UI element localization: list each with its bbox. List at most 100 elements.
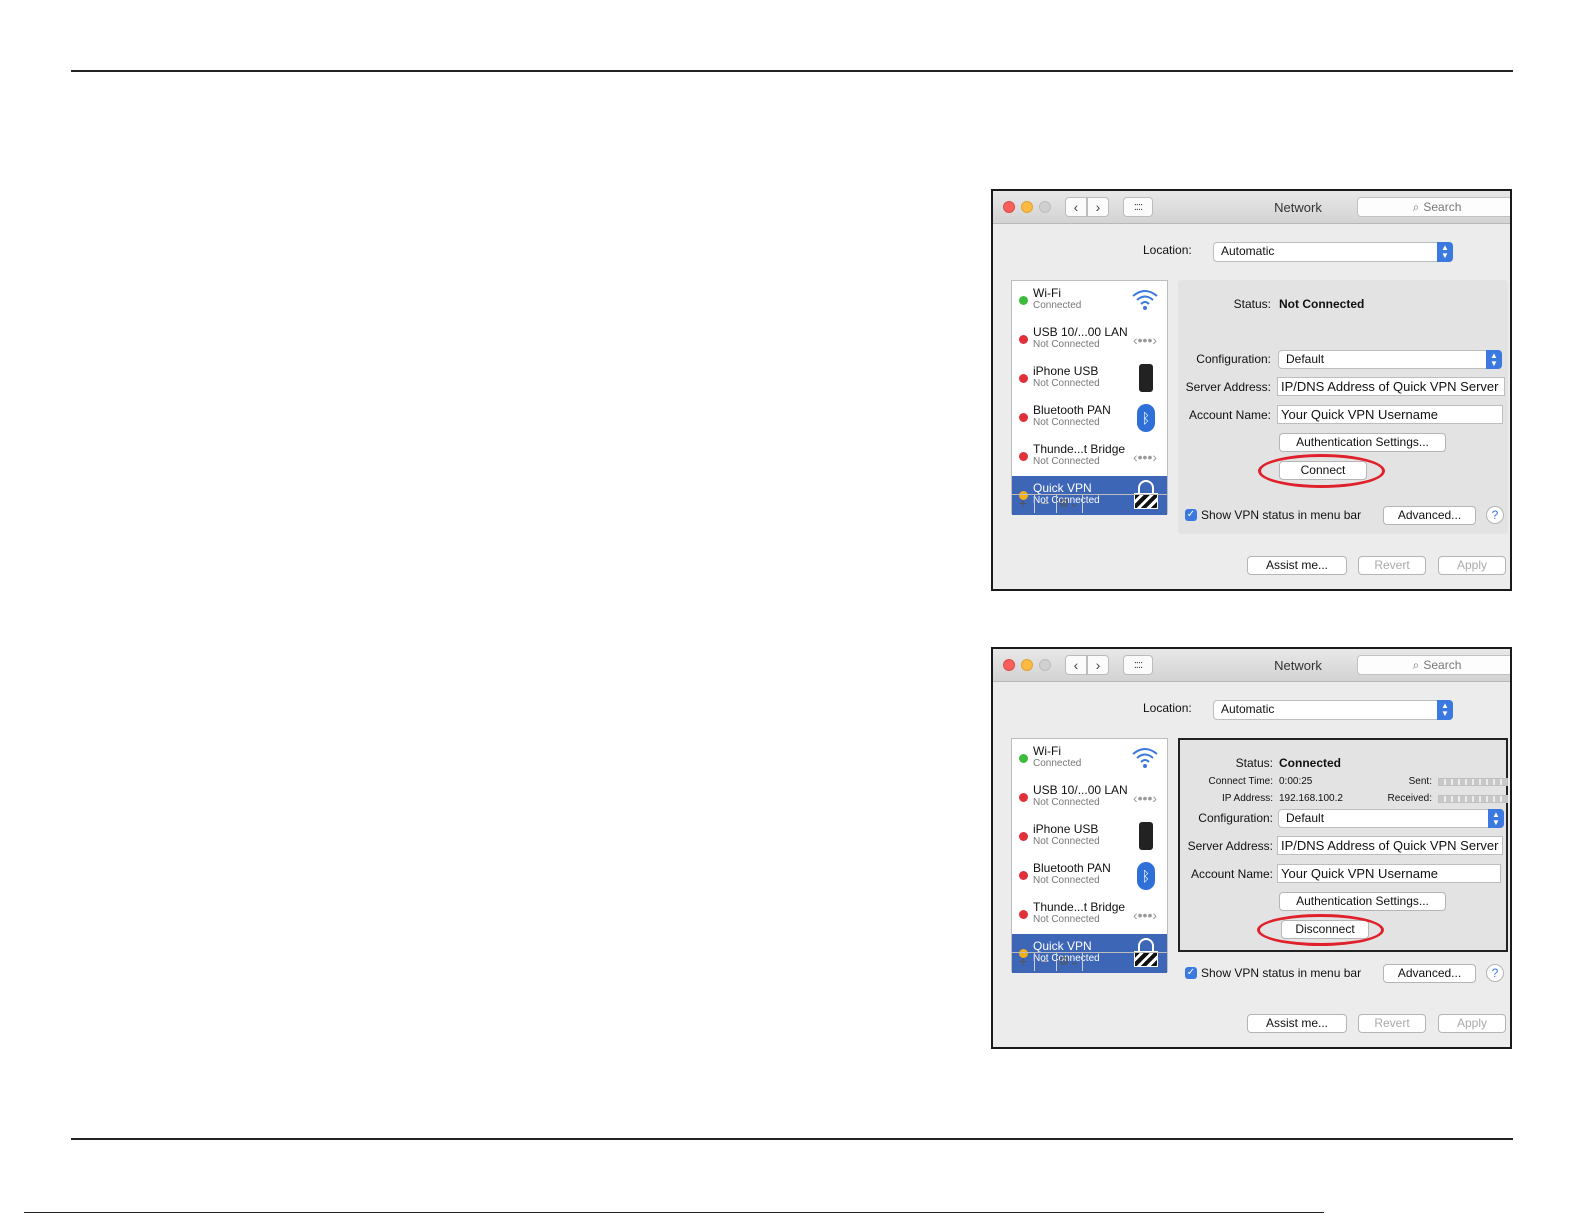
- iphone-icon: [1139, 822, 1153, 850]
- server-address-label: Server Address:: [1187, 839, 1273, 853]
- service-name: USB 10/...00 LAN: [1033, 325, 1128, 339]
- service-status: Connected: [1033, 758, 1082, 769]
- footer-rule-bottom: [24, 1212, 1324, 1213]
- configuration-select[interactable]: Default ▲ ▼: [1278, 809, 1504, 828]
- ethernet-icon: ‹•••›: [1132, 449, 1158, 465]
- status-dot: [1019, 871, 1028, 880]
- status-dot: [1019, 832, 1028, 841]
- service-name: Thunde...t Bridge: [1033, 442, 1126, 456]
- show-vpn-status-label: Show VPN status in menu bar: [1201, 966, 1362, 980]
- service-name: Wi-Fi: [1033, 744, 1061, 758]
- search-placeholder: Search: [1423, 658, 1462, 672]
- service-list-toolbar: + − ⚙⌄: [1012, 494, 1167, 513]
- assist-me-button[interactable]: Assist me...: [1247, 1014, 1347, 1033]
- minimize-button[interactable]: [1021, 201, 1033, 213]
- forward-button[interactable]: ›: [1087, 655, 1109, 675]
- show-all-button[interactable]: ::::: [1123, 655, 1153, 675]
- service-list[interactable]: Wi-Fi Connected USB 10/...00 LAN Not Con…: [1011, 280, 1168, 515]
- advanced-button[interactable]: Advanced...: [1383, 506, 1476, 525]
- minimize-button[interactable]: [1021, 659, 1033, 671]
- server-address-field[interactable]: IP/DNS Address of Quick VPN Server: [1277, 377, 1505, 396]
- received-meter: [1438, 795, 1508, 803]
- service-item-bluetooth-pan[interactable]: Bluetooth PAN Not Connected ᛒ: [1012, 856, 1167, 895]
- grid-icon: ::::: [1133, 659, 1143, 671]
- service-item-usb-lan[interactable]: USB 10/...00 LAN Not Connected ‹•••›: [1012, 778, 1167, 817]
- service-name: Quick VPN: [1033, 481, 1092, 495]
- service-item-iphone-usb[interactable]: iPhone USB Not Connected: [1012, 817, 1167, 856]
- grid-icon: ::::: [1133, 201, 1143, 213]
- server-address-label: Server Address:: [1185, 380, 1271, 394]
- account-name-field[interactable]: Your Quick VPN Username: [1277, 864, 1501, 883]
- updown-arrows-icon: ▲ ▼: [1486, 350, 1502, 369]
- configuration-select[interactable]: Default ▲ ▼: [1278, 350, 1502, 369]
- service-item-bluetooth-pan[interactable]: Bluetooth PAN Not Connected ᛒ: [1012, 398, 1167, 437]
- authentication-settings-button[interactable]: Authentication Settings...: [1279, 892, 1446, 911]
- status-value: Not Connected: [1279, 297, 1365, 311]
- service-item-thunderbolt-bridge[interactable]: Thunde...t Bridge Not Connected ‹•••›: [1012, 895, 1167, 934]
- close-button[interactable]: [1003, 659, 1015, 671]
- revert-button[interactable]: Revert: [1358, 1014, 1426, 1033]
- status-dot: [1019, 335, 1028, 344]
- updown-arrows-icon: ▲ ▼: [1437, 242, 1453, 262]
- remove-service-button[interactable]: −: [1034, 495, 1057, 513]
- service-item-thunderbolt-bridge[interactable]: Thunde...t Bridge Not Connected ‹•••›: [1012, 437, 1167, 476]
- assist-me-button[interactable]: Assist me...: [1247, 556, 1347, 575]
- status-dot: [1019, 452, 1028, 461]
- network-window-disconnected: ‹ › :::: Network ⌕ Search Location: Autom…: [991, 189, 1512, 591]
- wifi-icon: [1131, 287, 1159, 315]
- status-value: Connected: [1279, 756, 1342, 770]
- updown-arrows-icon: ▲ ▼: [1437, 700, 1453, 720]
- zoom-button[interactable]: [1039, 201, 1051, 213]
- server-address-field[interactable]: IP/DNS Address of Quick VPN Server: [1277, 836, 1503, 855]
- service-item-wifi[interactable]: Wi-Fi Connected: [1012, 281, 1167, 320]
- chevron-left-icon: ‹: [1073, 657, 1079, 673]
- ethernet-icon: ‹•••›: [1132, 790, 1158, 806]
- service-status: Not Connected: [1033, 875, 1100, 886]
- show-vpn-status-checkbox[interactable]: ✓: [1185, 509, 1197, 521]
- service-item-iphone-usb[interactable]: iPhone USB Not Connected: [1012, 359, 1167, 398]
- help-button[interactable]: ?: [1486, 964, 1504, 982]
- footer-rule-top: [71, 1138, 1513, 1140]
- search-field[interactable]: ⌕ Search: [1357, 197, 1510, 217]
- location-select[interactable]: Automatic ▲ ▼: [1213, 242, 1453, 262]
- configuration-value: Default: [1286, 811, 1325, 825]
- service-name: USB 10/...00 LAN: [1033, 783, 1128, 797]
- revert-button[interactable]: Revert: [1358, 556, 1426, 575]
- sent-meter: [1438, 778, 1508, 786]
- gear-menu-button[interactable]: ⚙⌄: [1056, 953, 1083, 971]
- show-all-button[interactable]: ::::: [1123, 197, 1153, 217]
- status-label: Status:: [1235, 756, 1273, 770]
- gear-menu-button[interactable]: ⚙⌄: [1056, 495, 1083, 513]
- service-item-usb-lan[interactable]: USB 10/...00 LAN Not Connected ‹•••›: [1012, 320, 1167, 359]
- service-status: Not Connected: [1033, 836, 1100, 847]
- service-item-wifi[interactable]: Wi-Fi Connected: [1012, 739, 1167, 778]
- show-vpn-status-checkbox[interactable]: ✓: [1185, 967, 1197, 979]
- remove-service-button[interactable]: −: [1034, 953, 1057, 971]
- advanced-button[interactable]: Advanced...: [1383, 964, 1476, 983]
- search-field[interactable]: ⌕ Search: [1357, 655, 1510, 675]
- vpn-detail-panel: Status: Not Connected Configuration: Def…: [1178, 280, 1508, 534]
- location-select[interactable]: Automatic ▲ ▼: [1213, 700, 1453, 720]
- apply-button[interactable]: Apply: [1438, 556, 1506, 575]
- configuration-label: Configuration:: [1198, 811, 1273, 825]
- authentication-settings-button[interactable]: Authentication Settings...: [1279, 433, 1446, 452]
- ethernet-icon: ‹•••›: [1132, 332, 1158, 348]
- back-button[interactable]: ‹: [1065, 655, 1087, 675]
- service-status: Not Connected: [1033, 378, 1100, 389]
- account-name-label: Account Name:: [1190, 867, 1273, 881]
- account-name-field[interactable]: Your Quick VPN Username: [1277, 405, 1503, 424]
- add-service-button[interactable]: +: [1012, 953, 1035, 971]
- back-button[interactable]: ‹: [1065, 197, 1087, 217]
- help-button[interactable]: ?: [1486, 506, 1504, 524]
- status-dot: [1019, 754, 1028, 763]
- add-service-button[interactable]: +: [1012, 495, 1035, 513]
- forward-button[interactable]: ›: [1087, 197, 1109, 217]
- service-list[interactable]: Wi-Fi Connected USB 10/...00 LAN Not Con…: [1011, 738, 1168, 973]
- status-dot: [1019, 296, 1028, 305]
- zoom-button[interactable]: [1039, 659, 1051, 671]
- location-value: Automatic: [1221, 702, 1275, 716]
- account-name-label: Account Name:: [1188, 408, 1271, 422]
- highlight-circle: [1258, 454, 1385, 488]
- close-button[interactable]: [1003, 201, 1015, 213]
- apply-button[interactable]: Apply: [1438, 1014, 1506, 1033]
